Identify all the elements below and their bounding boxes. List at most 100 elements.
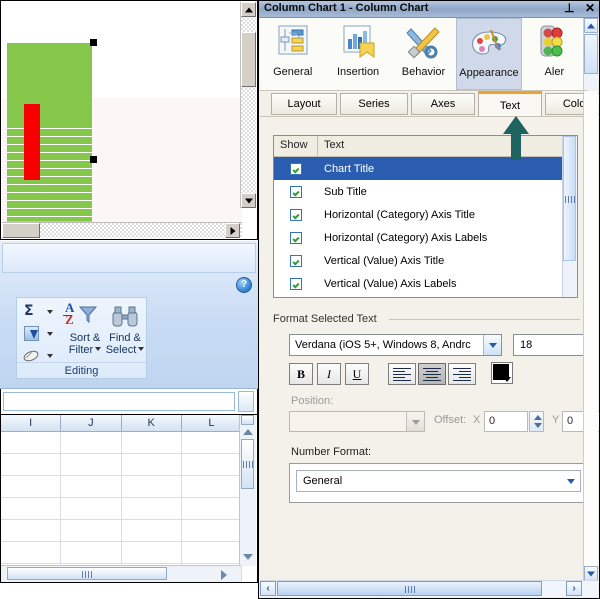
grid-cell[interactable] bbox=[61, 520, 122, 542]
number-format-select[interactable]: General bbox=[296, 470, 581, 492]
position-select[interactable] bbox=[289, 411, 425, 432]
chevron-down-icon[interactable] bbox=[562, 471, 580, 491]
table-row[interactable]: Horizontal (Category) Axis Labels bbox=[274, 226, 577, 249]
grid-horizontal-scrollbar[interactable] bbox=[1, 565, 241, 582]
scroll-right-icon[interactable] bbox=[221, 570, 227, 580]
text-elements-list[interactable]: Show Text Chart Title Sub Title Horizontal… bbox=[273, 135, 578, 298]
chart-vertical-scrollbar[interactable] bbox=[240, 2, 256, 208]
grid-row[interactable] bbox=[1, 498, 242, 520]
scroll-right-button[interactable] bbox=[225, 223, 240, 238]
grid-cell[interactable] bbox=[1, 476, 62, 498]
grid-vscroll-thumb[interactable] bbox=[241, 439, 254, 489]
spreadsheet-grid[interactable]: IJKL bbox=[0, 415, 258, 583]
grid-cell[interactable] bbox=[121, 520, 182, 542]
panel-hscroll-thumb[interactable] bbox=[277, 581, 542, 596]
chart-hscroll-thumb[interactable] bbox=[2, 223, 40, 238]
show-checkbox-cell[interactable] bbox=[274, 277, 318, 290]
grid-vertical-scrollbar[interactable] bbox=[239, 415, 256, 566]
ribbon-tab-insertion[interactable]: Insertion bbox=[325, 18, 390, 90]
panel-scroll-down-button[interactable] bbox=[584, 566, 598, 581]
font-family-select[interactable]: Verdana (iOS 5+, Windows 8, Andrc bbox=[289, 334, 502, 356]
chevron-down-icon[interactable] bbox=[503, 377, 511, 382]
checkbox-checked-icon[interactable] bbox=[290, 231, 302, 244]
tab-axes[interactable]: Axes bbox=[411, 93, 475, 115]
ribbon-scroll-up-button[interactable] bbox=[584, 18, 598, 33]
grid-cell[interactable] bbox=[121, 542, 182, 564]
help-icon[interactable]: ? bbox=[236, 277, 252, 293]
grid-row[interactable] bbox=[1, 454, 242, 476]
grid-cell[interactable] bbox=[181, 498, 242, 520]
checkbox-checked-icon[interactable] bbox=[290, 208, 302, 221]
italic-button[interactable]: I bbox=[317, 363, 341, 385]
grid-cell[interactable] bbox=[1, 520, 62, 542]
grid-rows[interactable] bbox=[1, 432, 242, 582]
chart-bar-red[interactable] bbox=[24, 104, 40, 180]
scroll-down-button[interactable] bbox=[241, 193, 256, 208]
panel-vertical-scrollbar[interactable] bbox=[583, 91, 598, 581]
grid-cell[interactable] bbox=[181, 432, 242, 454]
selection-handle-top[interactable] bbox=[90, 39, 97, 46]
checkbox-checked-icon[interactable] bbox=[290, 254, 302, 267]
show-checkbox-cell[interactable] bbox=[274, 208, 318, 221]
column-header-i[interactable]: I bbox=[1, 415, 62, 432]
panel-scroll-left-button[interactable]: ‹ bbox=[260, 581, 276, 596]
grid-cell[interactable] bbox=[1, 454, 62, 476]
checkbox-checked-icon[interactable] bbox=[290, 185, 302, 198]
grid-row[interactable] bbox=[1, 542, 242, 564]
show-checkbox-cell[interactable] bbox=[274, 254, 318, 267]
table-row[interactable]: Vertical (Value) Axis Labels bbox=[274, 272, 577, 295]
grid-cell[interactable] bbox=[121, 454, 182, 476]
chevron-down-icon[interactable] bbox=[47, 332, 53, 336]
align-left-button[interactable] bbox=[388, 363, 416, 385]
align-right-button[interactable] bbox=[448, 363, 476, 385]
show-checkbox-cell[interactable] bbox=[274, 162, 318, 175]
grid-row[interactable] bbox=[1, 476, 242, 498]
ribbon-vscroll-thumb[interactable] bbox=[584, 34, 598, 74]
chevron-down-icon[interactable] bbox=[47, 310, 53, 314]
grid-cell[interactable] bbox=[181, 542, 242, 564]
chart-horizontal-scrollbar[interactable] bbox=[2, 222, 242, 238]
grid-hscroll-thumb[interactable] bbox=[7, 567, 167, 580]
autosum-button[interactable]: Σ bbox=[22, 302, 56, 321]
tab-layout[interactable]: Layout bbox=[271, 93, 337, 115]
grid-cell[interactable] bbox=[181, 476, 242, 498]
chevron-down-icon[interactable] bbox=[483, 335, 501, 355]
grid-cell[interactable] bbox=[121, 476, 182, 498]
column-header-l[interactable]: L bbox=[181, 415, 242, 432]
fill-button[interactable] bbox=[22, 324, 56, 343]
chart-vscroll-thumb[interactable] bbox=[241, 32, 256, 87]
panel-scroll-right-button[interactable]: › bbox=[566, 581, 582, 596]
font-size-input[interactable]: 18 bbox=[513, 334, 587, 356]
checkbox-checked-icon[interactable] bbox=[290, 162, 302, 175]
checkbox-checked-icon[interactable] bbox=[290, 277, 302, 290]
chart-canvas[interactable] bbox=[2, 2, 242, 224]
offset-x-stepper[interactable] bbox=[529, 411, 544, 432]
show-checkbox-cell[interactable] bbox=[274, 185, 318, 198]
grid-cell[interactable] bbox=[61, 454, 122, 476]
tab-series[interactable]: Series bbox=[340, 93, 408, 115]
scroll-up-button[interactable] bbox=[241, 2, 256, 17]
pin-icon[interactable]: ⊥ bbox=[564, 1, 574, 15]
formula-bar-expand-button[interactable] bbox=[238, 391, 254, 412]
column-header-j[interactable]: J bbox=[61, 415, 122, 432]
grid-row[interactable] bbox=[1, 432, 242, 454]
ribbon-vertical-scrollbar[interactable] bbox=[583, 18, 598, 90]
find-and-select-button[interactable]: Find & Select bbox=[99, 302, 151, 356]
ribbon-tab-behavior[interactable]: Behavior bbox=[391, 18, 456, 90]
text-color-button[interactable] bbox=[491, 362, 513, 384]
grid-row[interactable] bbox=[1, 520, 242, 542]
grid-cell[interactable] bbox=[1, 542, 62, 564]
table-row[interactable]: Horizontal (Category) Axis Title bbox=[274, 203, 577, 226]
grid-cell[interactable] bbox=[1, 432, 62, 454]
underline-button[interactable]: U bbox=[345, 363, 369, 385]
table-row[interactable]: Vertical (Value) Axis Title bbox=[274, 249, 577, 272]
grid-cell[interactable] bbox=[61, 432, 122, 454]
chevron-down-icon[interactable] bbox=[47, 354, 53, 358]
ribbon-tab-alerts[interactable]: Aler bbox=[522, 18, 587, 90]
grid-cell[interactable] bbox=[61, 476, 122, 498]
scroll-down-icon[interactable] bbox=[243, 554, 253, 560]
scroll-up-icon[interactable] bbox=[243, 429, 253, 435]
split-handle[interactable] bbox=[241, 415, 254, 425]
list-vscroll-thumb[interactable] bbox=[563, 136, 576, 261]
bold-button[interactable]: B bbox=[289, 363, 313, 385]
